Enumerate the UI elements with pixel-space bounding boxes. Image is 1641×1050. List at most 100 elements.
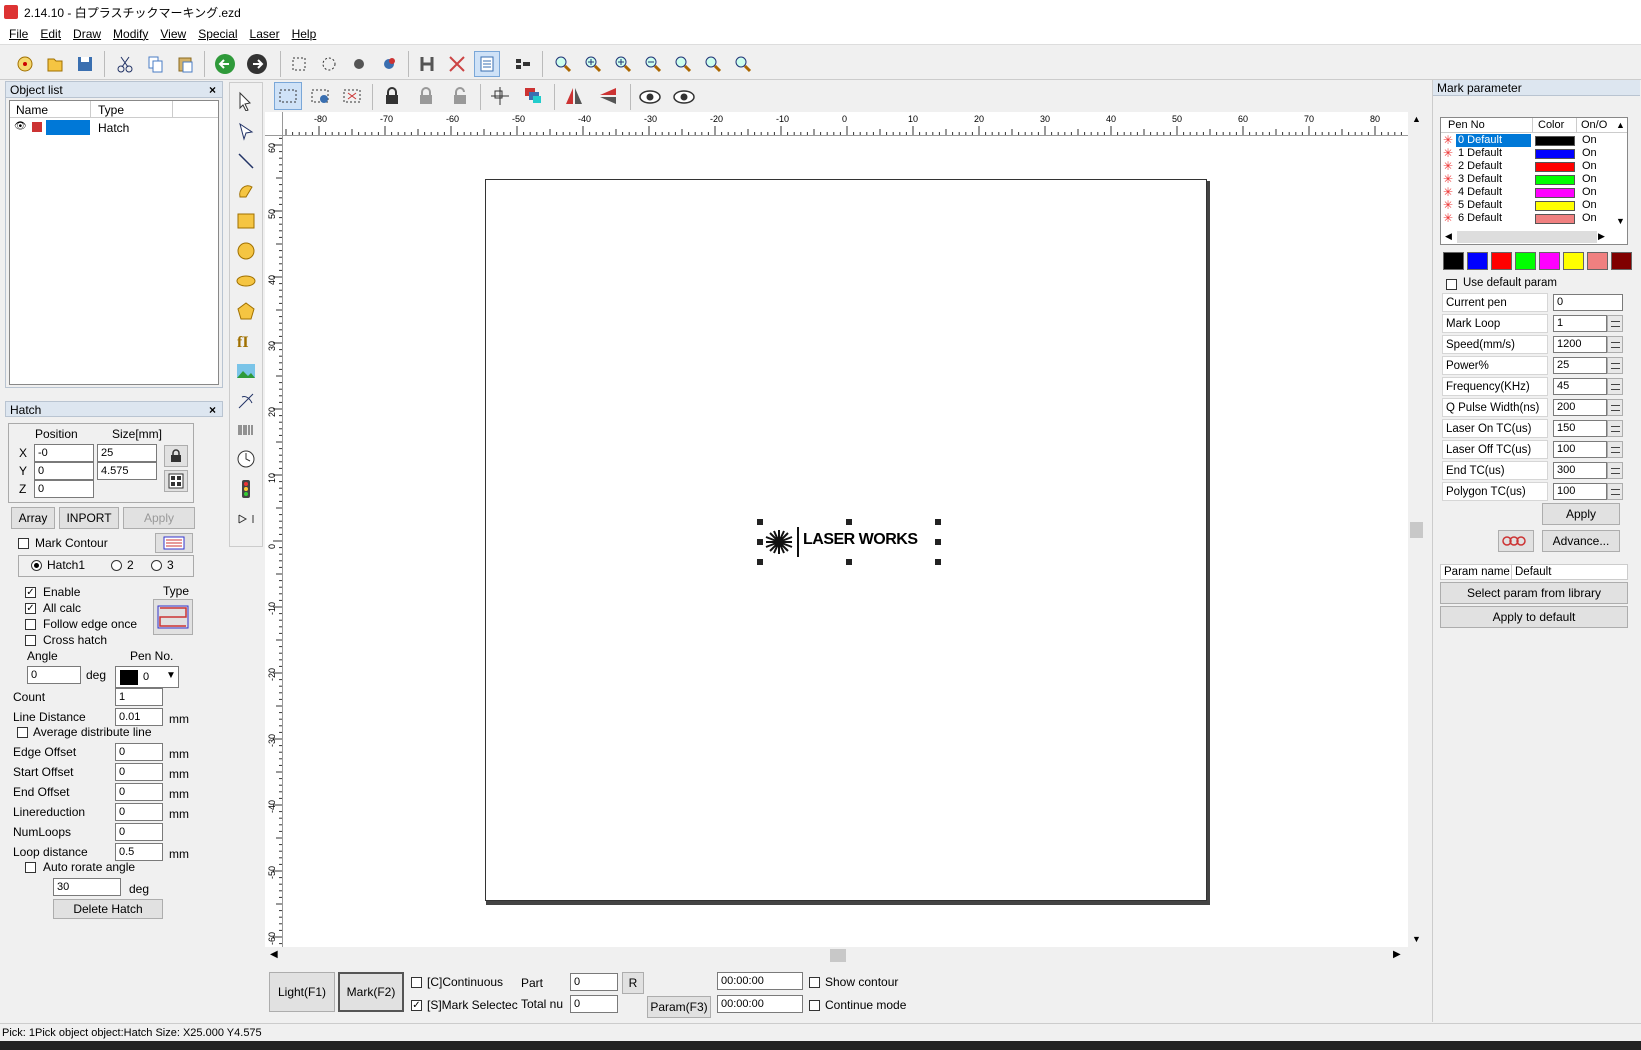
- mirror-horizontal-icon[interactable]: [560, 82, 588, 110]
- paste-icon[interactable]: [172, 51, 198, 77]
- scroll-up-icon[interactable]: ▲: [1616, 120, 1625, 130]
- pen-state[interactable]: On: [1582, 199, 1597, 212]
- lock-ratio-icon[interactable]: [164, 445, 188, 467]
- auto-rotate-checkbox[interactable]: [25, 862, 36, 873]
- spinner-icon[interactable]: [1607, 483, 1623, 500]
- preview-icon[interactable]: [636, 82, 664, 110]
- menu-view[interactable]: View: [160, 27, 186, 41]
- menu-file[interactable]: File: [9, 27, 28, 41]
- menu-special[interactable]: Special: [198, 27, 237, 41]
- spinner-icon[interactable]: [1607, 441, 1623, 458]
- param-button[interactable]: Param(F3): [647, 996, 711, 1018]
- selection-handle[interactable]: [935, 519, 941, 525]
- count-input[interactable]: [115, 688, 163, 706]
- combine-icon[interactable]: [376, 51, 402, 77]
- hatch-type-icon[interactable]: [153, 599, 193, 635]
- zoom-out-icon[interactable]: [640, 51, 666, 77]
- mark-contour-checkbox[interactable]: [18, 538, 29, 549]
- advance-button[interactable]: Advance...: [1542, 530, 1620, 552]
- mark-button[interactable]: Mark(F2): [338, 972, 404, 1012]
- follow-edge-checkbox[interactable]: [25, 619, 36, 630]
- pen-row[interactable]: ✳ 4 Default On: [1442, 186, 1617, 199]
- pen-row[interactable]: ✳ 1 Default On: [1442, 147, 1617, 160]
- edit-node-icon[interactable]: [236, 121, 256, 144]
- loop-distance-input[interactable]: [115, 843, 163, 861]
- end-offset-input[interactable]: [115, 783, 163, 801]
- param-value-input[interactable]: 1200: [1553, 336, 1607, 353]
- group-icon[interactable]: [316, 51, 342, 77]
- array-button[interactable]: Array: [11, 507, 55, 529]
- palette-swatch[interactable]: [1563, 252, 1584, 270]
- unlock-all-icon[interactable]: [446, 82, 474, 110]
- palette-swatch[interactable]: [1443, 252, 1464, 270]
- redo-icon[interactable]: [244, 51, 270, 77]
- chevron-down-icon[interactable]: ▼: [166, 670, 176, 681]
- preview-path-icon[interactable]: [670, 82, 698, 110]
- pen-color-swatch[interactable]: [1535, 188, 1575, 198]
- circle-tool-icon[interactable]: [236, 241, 256, 264]
- vertical-scrollbar[interactable]: ▲ ▼: [1408, 112, 1425, 947]
- close-icon[interactable]: ×: [209, 82, 216, 98]
- invert-select-icon[interactable]: [306, 82, 334, 110]
- palette-swatch[interactable]: [1587, 252, 1608, 270]
- pen-row[interactable]: ✳ 6 Default On: [1442, 212, 1617, 225]
- angle-input[interactable]: [27, 666, 81, 684]
- rectangle-tool-icon[interactable]: [236, 211, 256, 234]
- select-all-icon[interactable]: [274, 82, 302, 110]
- properties-icon[interactable]: [474, 51, 500, 77]
- deselect-icon[interactable]: [338, 82, 366, 110]
- motion-axis-icon[interactable]: [236, 509, 256, 532]
- save-file-icon[interactable]: [72, 51, 98, 77]
- cross-hatch-checkbox[interactable]: [25, 635, 36, 646]
- pen-state[interactable]: On: [1582, 134, 1597, 147]
- numloops-input[interactable]: [115, 823, 163, 841]
- selection-handle[interactable]: [935, 539, 941, 545]
- mark-selected-checkbox[interactable]: ✓: [411, 1000, 422, 1011]
- pen-chain-icon[interactable]: [1498, 530, 1534, 552]
- color-column-header[interactable]: Color: [1538, 119, 1564, 131]
- pen-state[interactable]: On: [1582, 173, 1597, 186]
- size-y-input[interactable]: [97, 462, 157, 480]
- position-y-input[interactable]: [34, 462, 94, 480]
- mirror-vertical-icon[interactable]: [594, 82, 622, 110]
- polygon-tool-icon[interactable]: [236, 301, 256, 324]
- scroll-right-icon[interactable]: ▶: [1598, 231, 1605, 242]
- menu-draw[interactable]: Draw: [73, 27, 101, 41]
- param-value-input[interactable]: 100: [1553, 441, 1607, 458]
- spinner-icon[interactable]: [1607, 420, 1623, 437]
- eye-icon[interactable]: 👁: [14, 121, 27, 132]
- param-value-input[interactable]: 100: [1553, 483, 1607, 500]
- show-contour-checkbox[interactable]: [809, 977, 820, 988]
- ungroup-icon[interactable]: [346, 51, 372, 77]
- spinner-icon[interactable]: [1607, 378, 1623, 395]
- menu-help[interactable]: Help: [292, 27, 317, 41]
- horizontal-scrollbar[interactable]: ◀ ▶: [265, 947, 1408, 964]
- param-apply-button[interactable]: Apply: [1542, 503, 1620, 525]
- object-name-cell[interactable]: [46, 120, 90, 135]
- pen-state[interactable]: On: [1582, 212, 1597, 225]
- menu-edit[interactable]: Edit: [40, 27, 61, 41]
- all-calc-checkbox[interactable]: ✓: [25, 603, 36, 614]
- param-value-input[interactable]: 300: [1553, 462, 1607, 479]
- spinner-icon[interactable]: [1607, 462, 1623, 479]
- param-value-input[interactable]: 150: [1553, 420, 1607, 437]
- pen-state[interactable]: On: [1582, 186, 1597, 199]
- zoom-in-2-icon[interactable]: [610, 51, 636, 77]
- center-object-icon[interactable]: [486, 82, 514, 110]
- scrollbar-thumb[interactable]: [830, 949, 846, 962]
- hatch3-radio[interactable]: [151, 560, 162, 571]
- palette-swatch[interactable]: [1515, 252, 1536, 270]
- pen-no-select[interactable]: 0 ▼: [115, 666, 179, 688]
- onoff-column-header[interactable]: On/O: [1581, 119, 1607, 131]
- scroll-left-icon[interactable]: ◀: [270, 949, 278, 960]
- hatch1-radio[interactable]: [31, 560, 42, 571]
- position-z-input[interactable]: [34, 480, 94, 498]
- param-value-input[interactable]: 45: [1553, 378, 1607, 395]
- delete-hatch-button[interactable]: Delete Hatch: [53, 899, 163, 919]
- io-signal-icon[interactable]: [236, 479, 256, 502]
- delay-timer-icon[interactable]: [236, 449, 256, 472]
- menu-modify[interactable]: Modify: [113, 27, 148, 41]
- reset-part-button[interactable]: R: [622, 972, 644, 994]
- lock-icon[interactable]: [378, 82, 406, 110]
- unlock-icon[interactable]: [412, 82, 440, 110]
